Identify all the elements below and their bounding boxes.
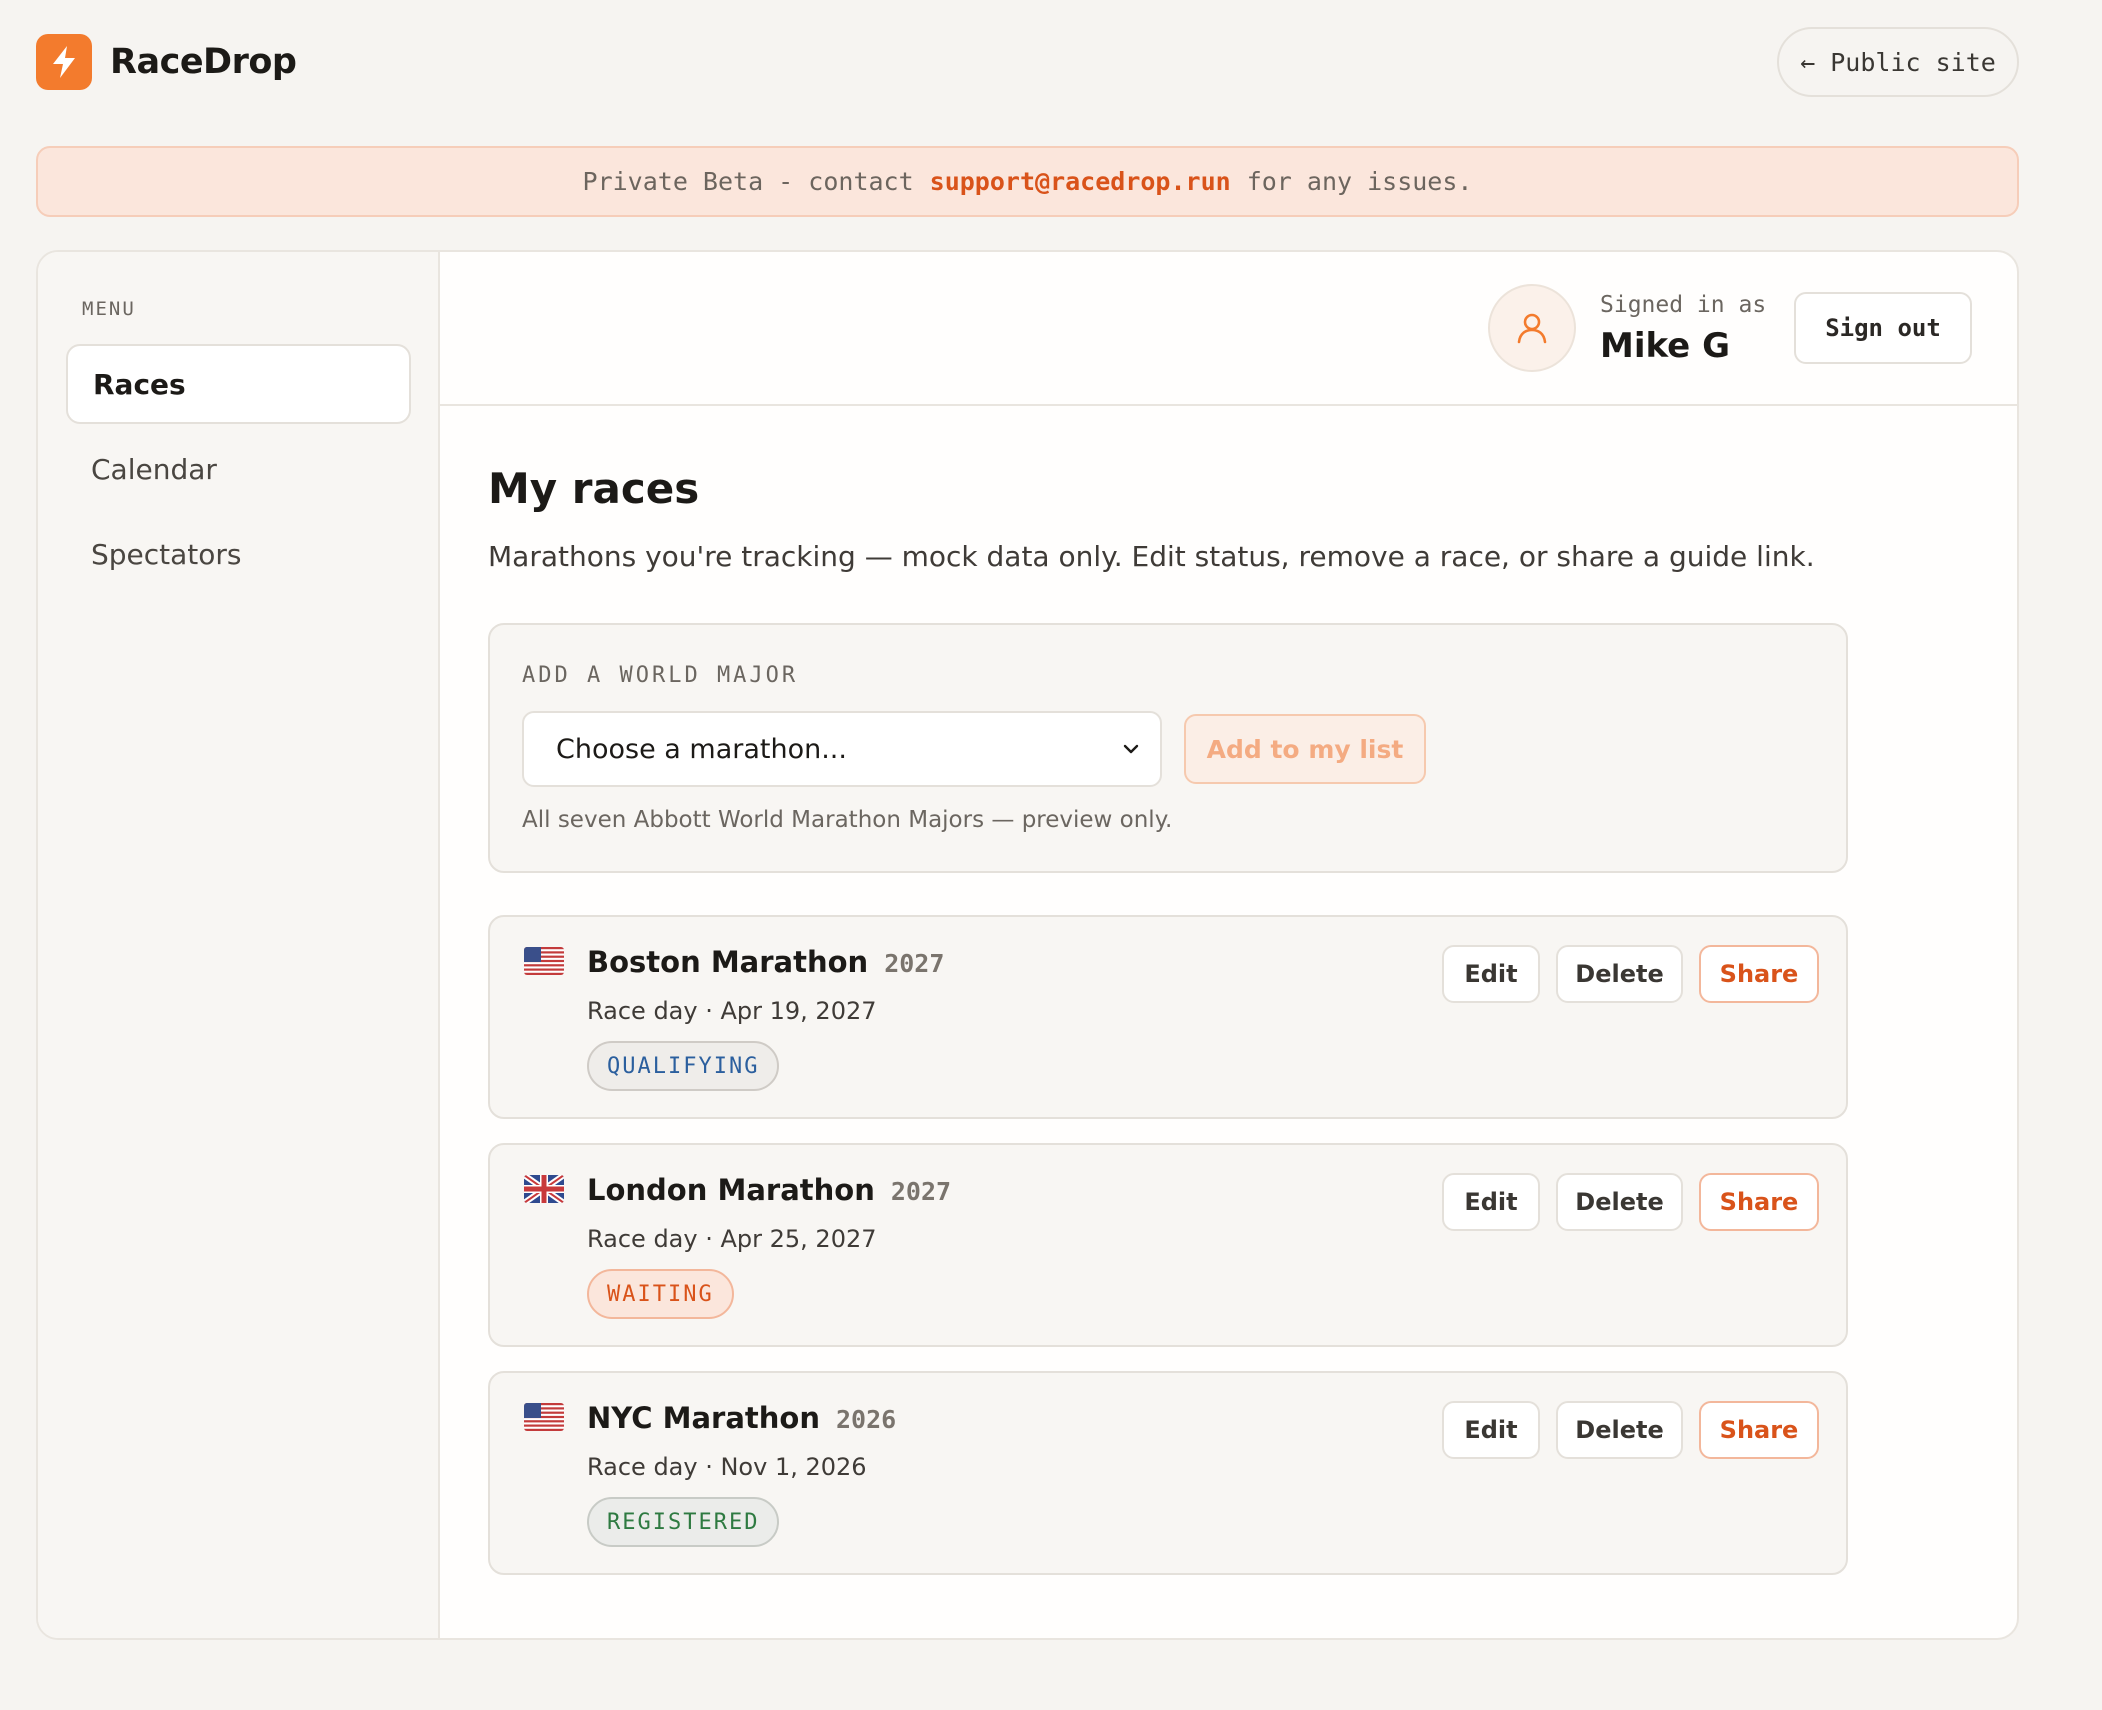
race-name: Boston Marathon 2027 xyxy=(587,945,945,979)
share-button[interactable]: Share xyxy=(1699,945,1819,1003)
share-button[interactable]: Share xyxy=(1699,1401,1819,1459)
edit-button[interactable]: Edit xyxy=(1442,1401,1540,1459)
logo[interactable]: RaceDrop xyxy=(36,34,297,90)
race-name: NYC Marathon 2026 xyxy=(587,1401,897,1435)
sidebar: MENU Races Calendar Spectators xyxy=(38,252,440,1638)
add-major-label: ADD A WORLD MAJOR xyxy=(522,663,799,688)
race-name: London Marathon 2027 xyxy=(587,1173,952,1207)
race-day: Race day · Apr 25, 2027 xyxy=(587,1225,877,1253)
edit-button[interactable]: Edit xyxy=(1442,1173,1540,1231)
lightning-icon xyxy=(36,34,92,90)
us-flag-icon xyxy=(524,1403,564,1431)
app-name: RaceDrop xyxy=(110,42,297,82)
menu-label: MENU xyxy=(82,298,136,320)
beta-banner: Private Beta - contact support@racedrop.… xyxy=(36,146,2019,217)
public-site-button[interactable]: ← Public site xyxy=(1777,27,2019,97)
banner-prefix: Private Beta - contact xyxy=(582,167,914,196)
delete-button[interactable]: Delete xyxy=(1556,1173,1683,1231)
uk-flag-icon xyxy=(524,1175,564,1203)
sidebar-item-label: Calendar xyxy=(91,452,217,486)
chevron-down-icon xyxy=(1120,737,1142,768)
add-major-panel: ADD A WORLD MAJOR Choose a marathon... A… xyxy=(488,623,1848,873)
race-year: 2026 xyxy=(836,1405,897,1434)
delete-button[interactable]: Delete xyxy=(1556,1401,1683,1459)
page-title: My races xyxy=(488,464,700,513)
race-card: Boston Marathon 2027 Race day · Apr 19, 2… xyxy=(488,915,1848,1119)
share-button[interactable]: Share xyxy=(1699,1173,1819,1231)
status-badge: WAITING xyxy=(587,1269,734,1319)
page-subtitle: Marathons you're tracking — mock data on… xyxy=(488,540,1815,573)
main-card: MENU Races Calendar Spectators Signed in… xyxy=(36,250,2019,1640)
status-badge: REGISTERED xyxy=(587,1497,780,1547)
user-name: Mike G xyxy=(1600,326,1730,366)
sidebar-item-spectators[interactable]: Spectators xyxy=(66,514,411,594)
select-value: Choose a marathon... xyxy=(556,733,847,765)
support-email-link[interactable]: support@racedrop.run xyxy=(930,167,1231,196)
race-day: Race day · Apr 19, 2027 xyxy=(587,997,877,1025)
sidebar-item-races[interactable]: Races xyxy=(66,344,411,424)
sidebar-item-label: Spectators xyxy=(91,537,242,571)
signed-in-label: Signed in as xyxy=(1600,292,1767,318)
user-icon xyxy=(1488,284,1576,372)
edit-button[interactable]: Edit xyxy=(1442,945,1540,1003)
content-header: Signed in as Mike G Sign out xyxy=(440,252,2017,406)
content: Signed in as Mike G Sign out My races Ma… xyxy=(440,252,2017,1638)
sidebar-item-calendar[interactable]: Calendar xyxy=(66,429,411,509)
marathon-select[interactable]: Choose a marathon... xyxy=(522,711,1162,787)
add-major-hint: All seven Abbott World Marathon Majors —… xyxy=(522,807,1173,833)
us-flag-icon xyxy=(524,947,564,975)
sidebar-item-label: Races xyxy=(93,367,186,401)
add-to-list-button[interactable]: Add to my list xyxy=(1184,714,1426,784)
race-year: 2027 xyxy=(890,1177,952,1206)
banner-suffix: for any issues. xyxy=(1246,167,1473,196)
race-year: 2027 xyxy=(884,949,945,978)
sign-out-button[interactable]: Sign out xyxy=(1794,292,1972,364)
race-day: Race day · Nov 1, 2026 xyxy=(587,1453,867,1481)
race-card: London Marathon 2027 Race day · Apr 25, 2… xyxy=(488,1143,1848,1347)
race-card: NYC Marathon 2026 Race day · Nov 1, 2026 … xyxy=(488,1371,1848,1575)
delete-button[interactable]: Delete xyxy=(1556,945,1683,1003)
top-bar: RaceDrop ← Public site xyxy=(36,27,2019,98)
status-badge: QUALIFYING xyxy=(587,1041,780,1091)
